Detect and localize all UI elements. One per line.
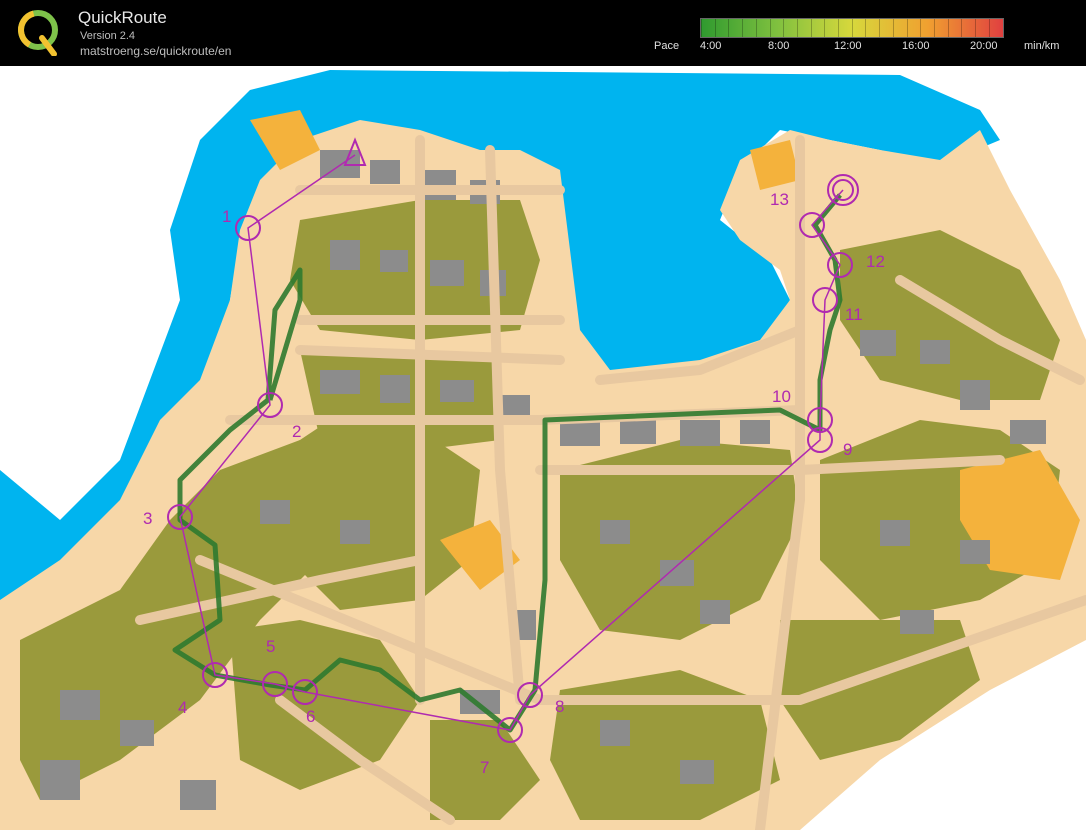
control-label-7: 7: [480, 758, 489, 777]
pace-scale-cell-divider: [947, 19, 949, 37]
app-version: Version 2.4: [80, 30, 136, 42]
pace-tick-20: 20:00: [970, 40, 998, 52]
pace-scale-cell-divider: [783, 19, 785, 37]
pace-tick-8: 8:00: [768, 40, 790, 52]
pace-color-scale: [700, 18, 1004, 38]
pace-scale-cell-divider: [920, 19, 922, 37]
pace-scale-cell-divider: [933, 19, 935, 37]
pace-label: Pace: [654, 40, 680, 52]
pace-scale-cell-divider: [810, 19, 812, 37]
control-label-12: 12: [866, 252, 885, 271]
pace-scale-cell-divider: [961, 19, 963, 37]
control-label-5: 5: [266, 637, 275, 656]
control-label-9: 9: [843, 440, 852, 459]
control-label-2: 2: [292, 422, 301, 441]
control-label-3: 3: [143, 509, 152, 528]
pace-scale-cell-divider: [742, 19, 744, 37]
control-label-13: 13: [770, 190, 789, 209]
pace-scale-cell-divider: [851, 19, 853, 37]
pace-scale-cell-divider: [906, 19, 908, 37]
pace-scale-cell-divider: [714, 19, 716, 37]
control-label-10: 10: [772, 387, 791, 406]
control-label-8: 8: [555, 697, 564, 716]
pace-tick-4: 4:00: [700, 40, 722, 52]
pace-scale-cell-divider: [838, 19, 839, 37]
pace-scale-cell-divider: [769, 19, 771, 37]
quickroute-logo-icon: [18, 10, 59, 56]
pace-scale-cell-divider: [988, 19, 990, 37]
pace-tick-16: 16:00: [902, 40, 930, 52]
control-label-11: 11: [845, 305, 863, 324]
pace-scale-cell-divider: [728, 19, 730, 37]
orienteering-map[interactable]: 12345678910111213: [0, 66, 1086, 830]
pace-scale-cell-divider: [975, 19, 976, 37]
control-label-6: 6: [306, 707, 315, 726]
control-label-1: 1: [222, 207, 231, 226]
control-label-4: 4: [178, 698, 187, 717]
pace-tick-12: 12:00: [834, 40, 862, 52]
pace-scale-cell-divider: [879, 19, 881, 37]
pace-scale-cell-divider: [824, 19, 826, 37]
pace-unit: min/km: [1024, 40, 1060, 52]
app-header: QuickRoute Version 2.4 matstroeng.se/qui…: [0, 0, 1086, 66]
pace-scale-cell-divider: [796, 19, 798, 37]
app-title: QuickRoute: [78, 8, 167, 27]
pace-scale-cell-divider: [755, 19, 757, 37]
pace-scale-cell-divider: [892, 19, 894, 37]
pace-scale-cell-divider: [865, 19, 867, 37]
app-url[interactable]: matstroeng.se/quickroute/en: [80, 44, 231, 58]
pace-scale-cell-divider: [701, 19, 702, 37]
